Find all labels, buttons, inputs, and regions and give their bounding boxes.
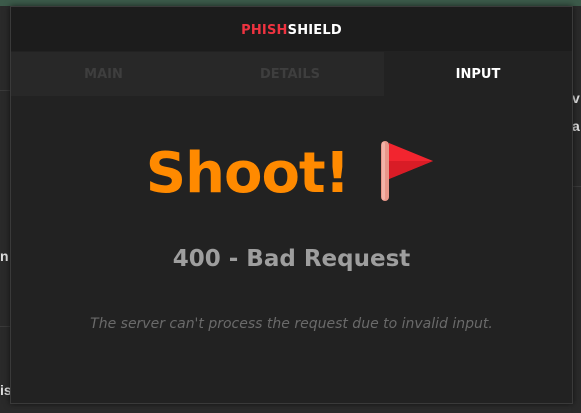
tab-bar: MAIN DETAILS INPUT — [11, 52, 572, 96]
tab-input[interactable]: INPUT — [384, 52, 572, 96]
background-page-left — [0, 6, 10, 413]
tab-details[interactable]: DETAILS — [196, 52, 384, 96]
brand-logo: PHISHSHIELD — [241, 23, 342, 38]
error-message: The server can't process the request due… — [90, 316, 493, 332]
background-divider — [0, 90, 10, 91]
red-flag-icon — [381, 141, 434, 201]
background-text-fragment: v — [572, 90, 580, 106]
brand-logo-part2: SHIELD — [287, 22, 342, 38]
popup-header: PHISHSHIELD — [11, 7, 572, 51]
error-panel: Shoot! 400 - Bad Request The server can'… — [11, 96, 572, 403]
phishshield-popup: PHISHSHIELD MAIN DETAILS INPUT Shoot! 40… — [10, 6, 573, 404]
error-headline: Shoot! — [145, 140, 350, 206]
error-headline-row: Shoot! — [11, 138, 572, 208]
background-text-fragment: a — [572, 118, 580, 134]
error-status-code: 400 - Bad Request — [172, 246, 411, 272]
background-text-fragment: n — [0, 248, 9, 264]
brand-logo-part1: PHISH — [241, 22, 288, 38]
background-divider — [0, 326, 10, 327]
tab-main[interactable]: MAIN — [11, 52, 196, 96]
